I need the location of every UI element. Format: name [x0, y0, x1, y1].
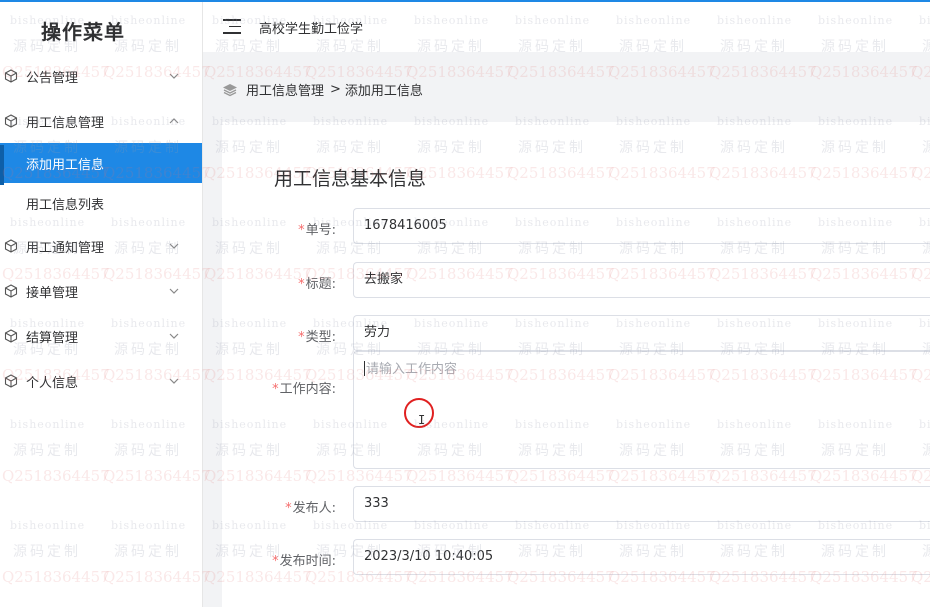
breadcrumb: 用工信息管理 > 添加用工信息	[222, 80, 423, 99]
app-title: 高校学生勤工俭学	[259, 22, 364, 37]
chevron-down-icon	[169, 288, 179, 294]
field-label: *工作内容:	[272, 382, 336, 397]
sidebar-subitem-job-list[interactable]: 用工信息列表	[0, 183, 202, 223]
sidebar: 操作菜单 公告管理 用工信息管理 添加用工信息 用工信息列表 用工通知管理 接单…	[0, 2, 203, 607]
field-label: *标题:	[298, 277, 336, 292]
watermark-text: Q2518364457	[608, 63, 716, 81]
breadcrumb-current: 添加用工信息	[344, 84, 423, 99]
cube-icon	[4, 374, 18, 388]
sidebar-menu-label: 用工信息管理	[26, 115, 105, 131]
sidebar-menu-label: 结算管理	[26, 330, 79, 346]
text-caret	[364, 361, 365, 376]
chevron-down-icon	[169, 333, 179, 339]
form-title: 用工信息基本信息	[274, 168, 427, 190]
title-input[interactable]: 去搬家	[353, 262, 930, 298]
cube-icon	[4, 114, 18, 128]
watermark-text: Q2518364457	[507, 63, 615, 81]
chevron-down-icon	[169, 73, 179, 79]
sidebar-menu-label: 用工通知管理	[26, 240, 105, 256]
sidebar-subitem-add-job[interactable]: 添加用工信息	[0, 143, 202, 183]
form-card: 用工信息基本信息 *单号: 1678416005 *标题: 去搬家 *类型: 劳…	[222, 122, 930, 607]
chevron-down-icon	[169, 378, 179, 384]
sidebar-menu-label: 接单管理	[26, 285, 79, 301]
watermark-text: Q2518364457	[305, 63, 413, 81]
work-content-placeholder: 请输入工作内容	[366, 362, 458, 377]
sidebar-menu-job-info[interactable]: 用工信息管理	[0, 101, 202, 141]
watermark-text: Q2518364457	[911, 63, 930, 81]
cube-icon	[4, 239, 18, 253]
field-label: *单号:	[298, 223, 336, 238]
sidebar-subitem-label: 用工信息列表	[26, 197, 105, 213]
menu-toggle-icon[interactable]	[223, 19, 241, 35]
watermark-text: Q2518364457	[204, 63, 312, 81]
sidebar-menu-orders[interactable]: 接单管理	[0, 271, 202, 311]
cube-icon	[4, 329, 18, 343]
sidebar-title: 操作菜单	[41, 20, 125, 44]
cube-icon	[4, 69, 18, 83]
publisher-input[interactable]: 333	[353, 486, 930, 522]
active-indicator	[0, 145, 4, 185]
watermark-text: Q2518364457	[810, 63, 918, 81]
breadcrumb-separator: >	[330, 82, 341, 97]
chevron-up-icon	[169, 118, 179, 124]
watermark-text: Q2518364457	[406, 63, 514, 81]
work-content-textarea[interactable]: 请输入工作内容	[353, 351, 930, 469]
text-cursor-icon: I	[418, 413, 426, 427]
sidebar-menu-label: 公告管理	[26, 70, 79, 86]
publish-time-input[interactable]: 2023/3/10 10:40:05	[353, 539, 930, 575]
sidebar-menu-settlement[interactable]: 结算管理	[0, 316, 202, 356]
sidebar-menu-notice[interactable]: 公告管理	[0, 56, 202, 96]
breadcrumb-parent[interactable]: 用工信息管理	[246, 80, 324, 99]
field-label: *发布时间:	[272, 554, 336, 569]
top-header: 高校学生勤工俭学	[203, 2, 930, 52]
field-label: *发布人:	[285, 501, 336, 516]
watermark-text: Q2518364457	[709, 63, 817, 81]
field-label: *类型:	[298, 330, 336, 345]
sidebar-menu-label: 个人信息	[26, 375, 79, 391]
sidebar-menu-job-notice[interactable]: 用工通知管理	[0, 226, 202, 266]
cube-icon	[4, 284, 18, 298]
order-no-input[interactable]: 1678416005	[353, 208, 930, 244]
layers-icon	[223, 83, 237, 96]
type-input[interactable]: 劳力	[353, 315, 930, 351]
chevron-down-icon	[169, 243, 179, 249]
sidebar-subitem-label: 添加用工信息	[26, 157, 105, 173]
sidebar-menu-profile[interactable]: 个人信息	[0, 361, 202, 401]
